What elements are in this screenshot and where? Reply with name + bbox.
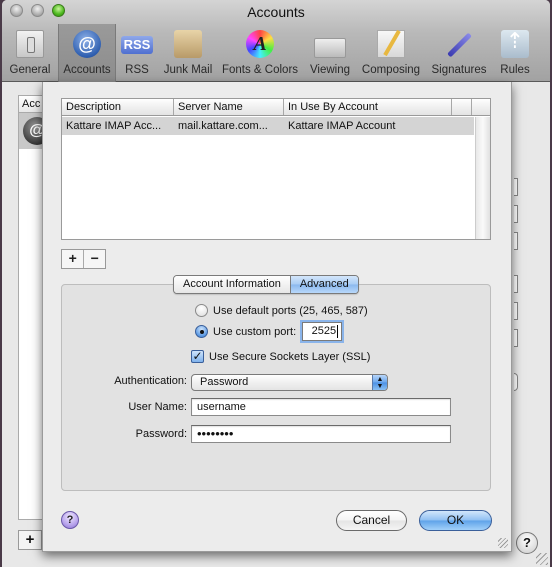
password-label: Password:	[135, 428, 187, 440]
ssl-checkbox[interactable]: ✓	[191, 350, 204, 363]
junk-mail-icon	[174, 30, 202, 58]
default-ports-option[interactable]: Use default ports (25, 465, 587)	[195, 304, 368, 317]
toolbar-label: General	[9, 64, 51, 76]
ssl-option[interactable]: ✓ Use Secure Sockets Layer (SSL)	[191, 350, 370, 363]
username-field[interactable]: username	[191, 398, 451, 416]
authentication-value: Password	[200, 376, 249, 388]
background-field-edge	[514, 205, 518, 223]
custom-port-input[interactable]: 2525	[302, 322, 343, 341]
vertical-scrollbar[interactable]	[475, 117, 490, 239]
custom-port-option[interactable]: Use custom port: 2525	[195, 322, 343, 341]
tab-advanced[interactable]: Advanced	[289, 276, 358, 293]
ssl-label: Use Secure Sockets Layer (SSL)	[209, 350, 371, 363]
composing-pencil-icon	[377, 30, 405, 58]
smtp-server-list-sheet: Description Server Name In Use By Accoun…	[42, 82, 512, 552]
title-bar: Accounts General @ Accounts RSS RSS Junk…	[2, 0, 550, 82]
toolbar-item-fonts-colors[interactable]: A Fonts & Colors	[218, 24, 302, 82]
toolbar-label: Accounts	[63, 64, 111, 76]
toolbar-label: Signatures	[431, 64, 487, 76]
custom-port-radio[interactable]	[195, 325, 208, 338]
authentication-label: Authentication:	[114, 375, 187, 387]
fonts-colors-icon: A	[246, 30, 274, 58]
background-field-edge	[514, 275, 518, 293]
default-ports-label: Use default ports (25, 465, 587)	[213, 304, 368, 317]
toolbar-item-rules[interactable]: Rules	[496, 24, 534, 82]
window-title: Accounts	[247, 4, 305, 20]
preferences-toolbar: General @ Accounts RSS RSS Junk Mail A F…	[2, 24, 550, 82]
general-switch-icon	[16, 30, 44, 58]
sheet-help-button[interactable]: ?	[61, 511, 79, 529]
column-header-extra	[452, 99, 472, 115]
username-label: User Name:	[128, 401, 187, 413]
table-row[interactable]: Kattare IMAP Acc... mail.kattare.com... …	[62, 117, 474, 135]
rules-arrows-icon	[501, 28, 529, 58]
column-header-server-name[interactable]: Server Name	[174, 99, 284, 115]
background-field-edge	[514, 329, 518, 347]
custom-port-label: Use custom port:	[213, 325, 297, 338]
toolbar-label: Composing	[361, 64, 421, 76]
at-sign-icon: @	[73, 30, 101, 58]
background-field-edge	[514, 302, 518, 320]
popup-arrows-icon: ▲ ▼	[372, 375, 387, 390]
toolbar-label: Viewing	[309, 64, 351, 76]
background-field-edge	[514, 232, 518, 250]
cell-server-name: mail.kattare.com...	[178, 120, 268, 132]
sheet-resize-grip[interactable]	[498, 538, 508, 548]
toolbar-label: Junk Mail	[163, 64, 213, 76]
window-resize-grip[interactable]	[536, 553, 548, 565]
add-remove-server-group: + −	[61, 249, 106, 269]
tab-account-information[interactable]: Account Information	[174, 276, 290, 293]
toolbar-label: Fonts & Colors	[221, 64, 299, 76]
remove-server-button[interactable]: −	[83, 250, 105, 268]
custom-port-value: 2525	[311, 325, 337, 337]
column-header-corner	[472, 99, 490, 115]
background-popup-edge	[514, 373, 518, 391]
cell-in-use-by-account: Kattare IMAP Account	[288, 120, 396, 132]
toolbar-label: Rules	[500, 64, 530, 76]
toolbar-item-general[interactable]: General	[2, 24, 58, 82]
smtp-server-table[interactable]: Description Server Name In Use By Accoun…	[61, 98, 491, 240]
table-header: Description Server Name In Use By Accoun…	[62, 99, 490, 116]
default-ports-radio[interactable]	[195, 304, 208, 317]
toolbar-item-accounts[interactable]: @ Accounts	[58, 24, 116, 82]
column-header-description[interactable]: Description	[62, 99, 174, 115]
help-button[interactable]: ?	[516, 532, 538, 554]
settings-tab-bar: Account Information Advanced	[173, 275, 359, 294]
ok-button[interactable]: OK	[419, 510, 492, 531]
background-form-edges	[510, 150, 544, 400]
column-header-in-use-by-account[interactable]: In Use By Account	[284, 99, 452, 115]
signatures-pen-icon	[445, 30, 473, 58]
toolbar-item-rss[interactable]: RSS RSS	[116, 24, 158, 82]
toolbar-item-viewing[interactable]: Viewing	[304, 24, 356, 82]
viewing-glasses-icon	[314, 38, 346, 58]
authentication-popup[interactable]: Password ▲ ▼	[191, 374, 388, 391]
toolbar-item-signatures[interactable]: Signatures	[426, 24, 492, 82]
text-caret	[337, 324, 339, 338]
add-server-button[interactable]: +	[62, 250, 83, 268]
toolbar-item-junk-mail[interactable]: Junk Mail	[160, 24, 216, 82]
password-field[interactable]: ••••••••	[191, 425, 451, 443]
toolbar-item-composing[interactable]: Composing	[358, 24, 424, 82]
add-account-button[interactable]: +	[18, 530, 42, 550]
background-field-edge	[514, 178, 518, 196]
toolbar-label: RSS	[125, 64, 149, 76]
cell-description: Kattare IMAP Acc...	[66, 120, 162, 132]
rss-icon: RSS	[121, 36, 153, 54]
cancel-button[interactable]: Cancel	[336, 510, 407, 531]
